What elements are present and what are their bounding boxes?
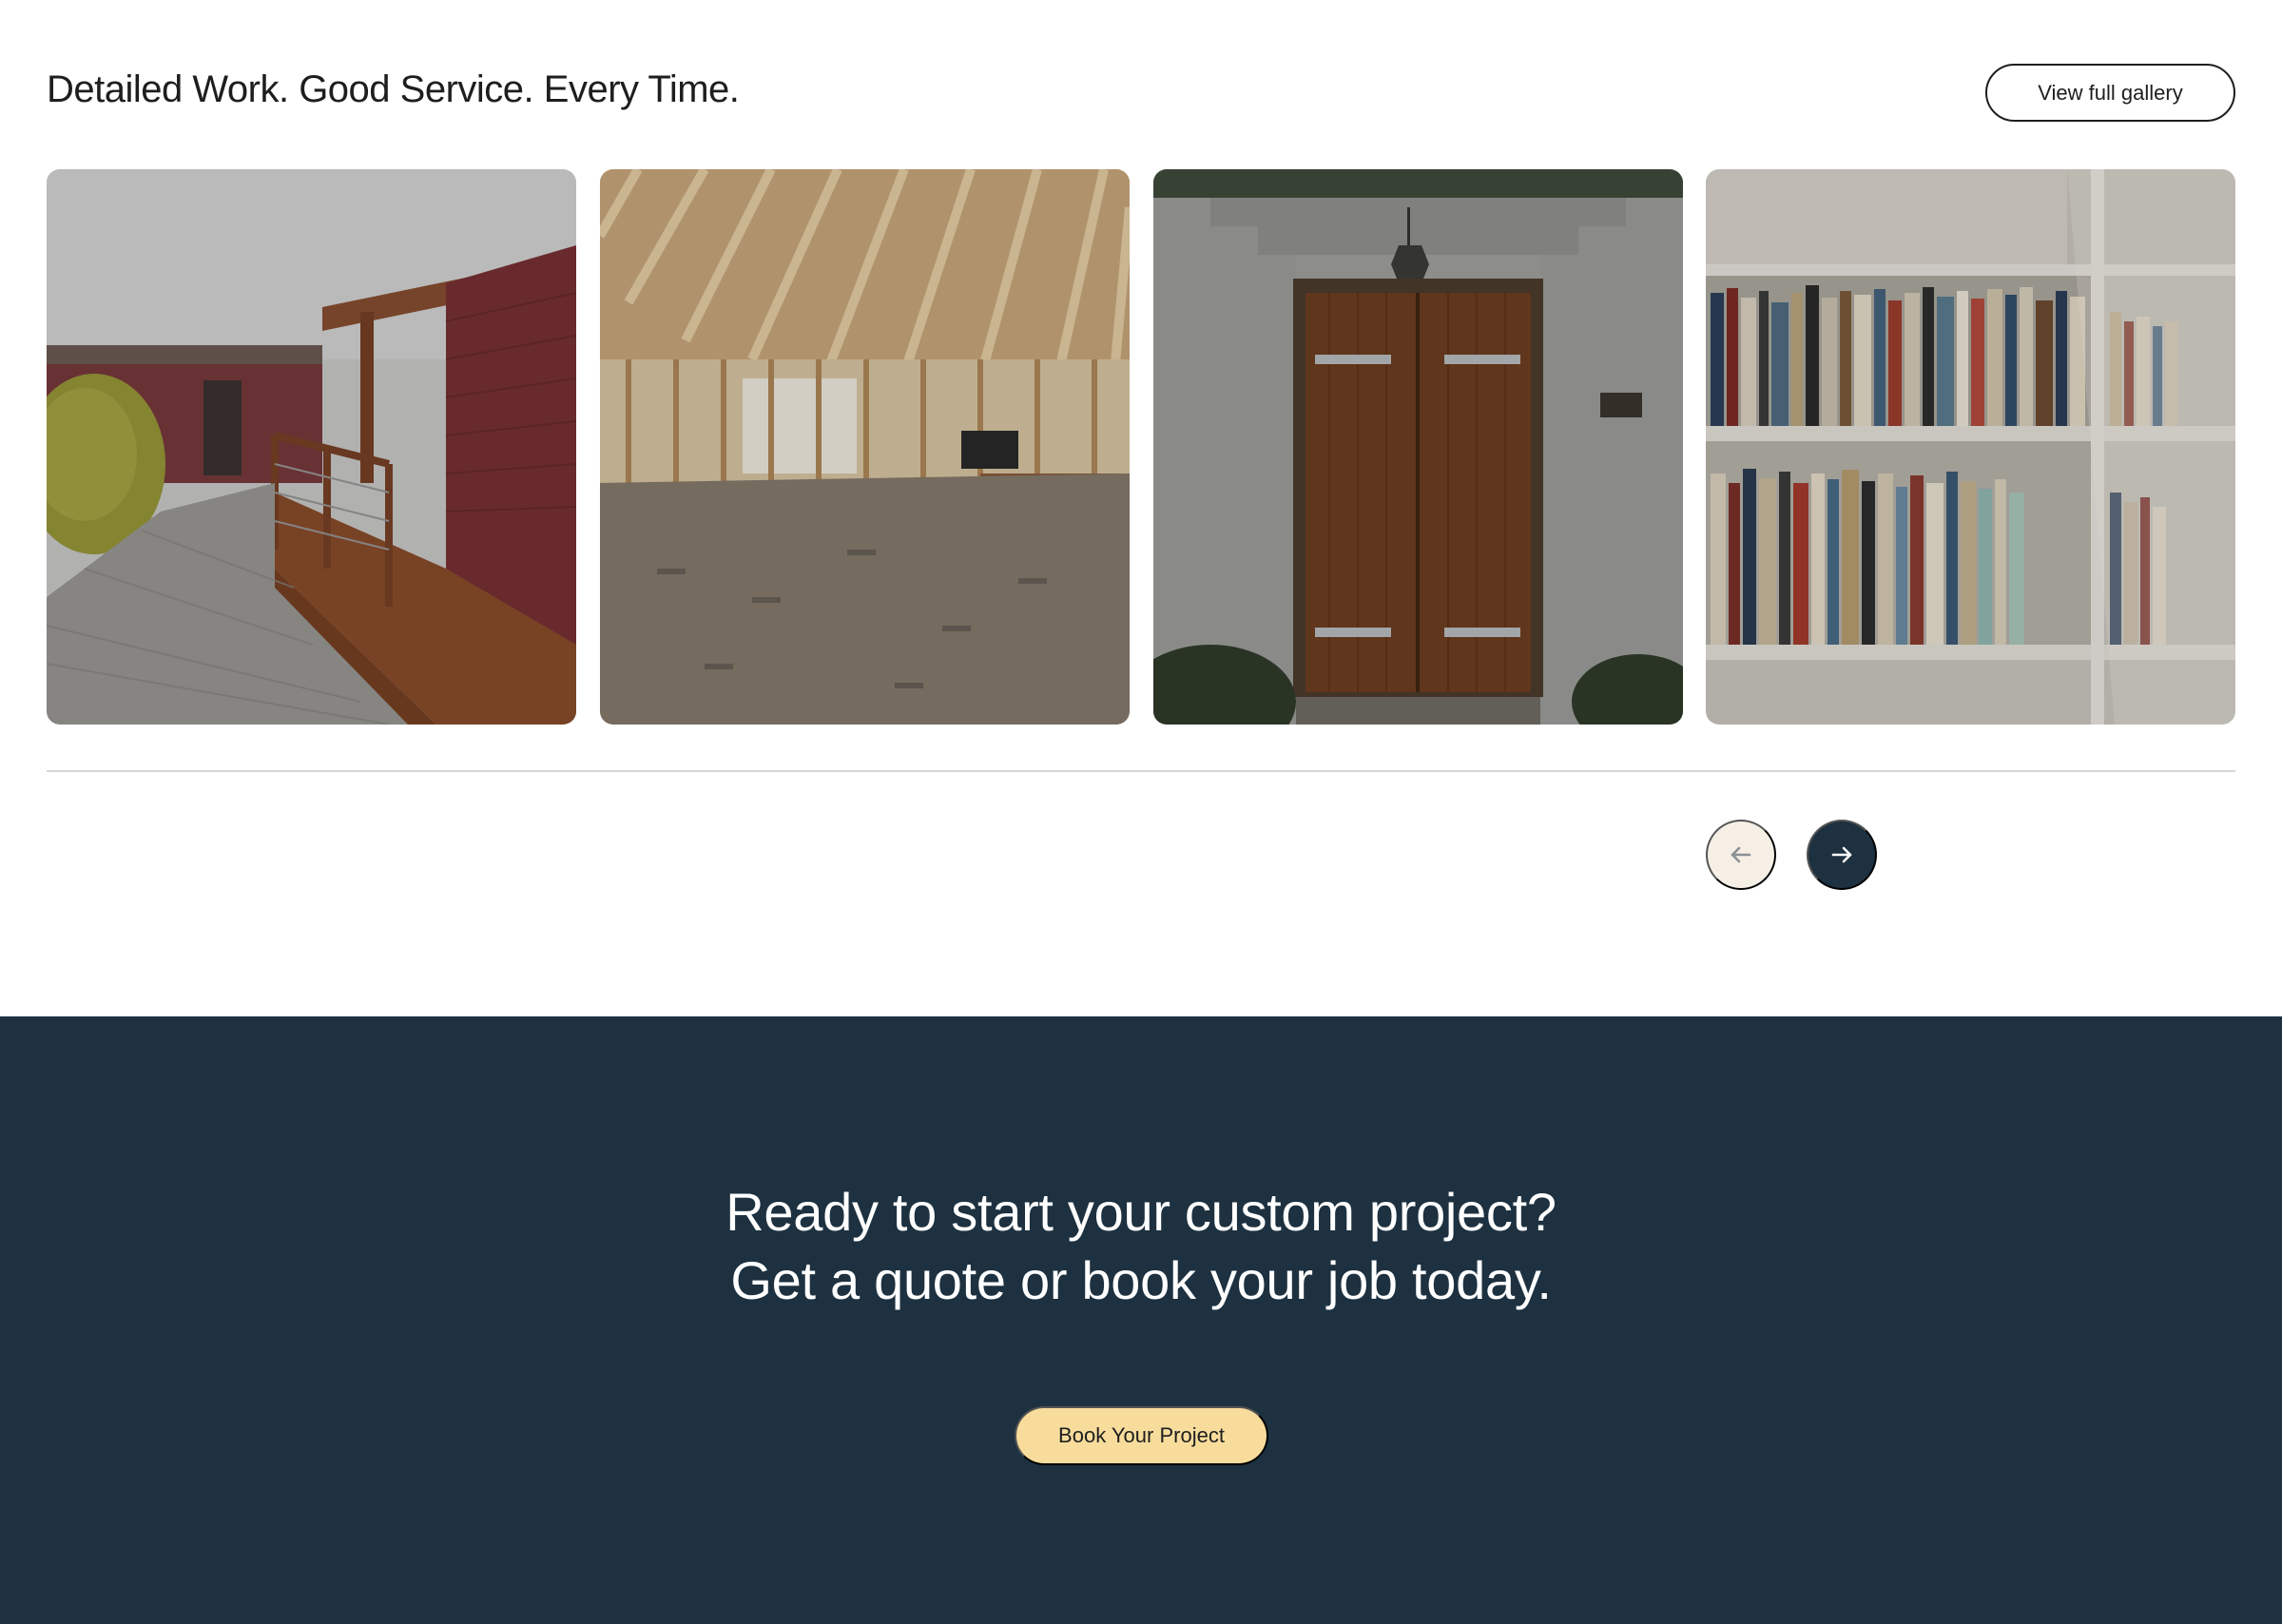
view-full-gallery-button[interactable]: View full gallery [1985, 64, 2235, 122]
carousel-divider [47, 770, 2235, 772]
deck-photo-image [47, 169, 576, 725]
carousel-prev-button[interactable] [1706, 820, 1776, 890]
gallery-photo-framing[interactable] [600, 169, 1130, 725]
section-title: Detailed Work. Good Service. Every Time. [47, 68, 740, 110]
framing-photo-image [600, 169, 1130, 725]
cta-heading: Ready to start your custom project? Get … [0, 1178, 2282, 1315]
arrow-left-icon [1731, 846, 1751, 863]
gallery-photo-bookshelf[interactable] [1706, 169, 2235, 725]
book-your-project-button[interactable]: Book Your Project [1015, 1406, 1268, 1465]
cta-section: Ready to start your custom project? Get … [0, 1016, 2282, 1624]
gallery-section: Detailed Work. Good Service. Every Time.… [0, 0, 2282, 1016]
bookshelf-photo-image [1706, 169, 2235, 725]
arrow-right-icon [1831, 846, 1852, 863]
cta-heading-line-1: Ready to start your custom project? [725, 1182, 1557, 1242]
cta-heading-line-2: Get a quote or book your job today. [730, 1250, 1552, 1310]
door-photo-image [1153, 169, 1683, 725]
gallery-photo-deck[interactable] [47, 169, 576, 725]
gallery-photo-door[interactable] [1153, 169, 1683, 725]
carousel-next-button[interactable] [1807, 820, 1877, 890]
